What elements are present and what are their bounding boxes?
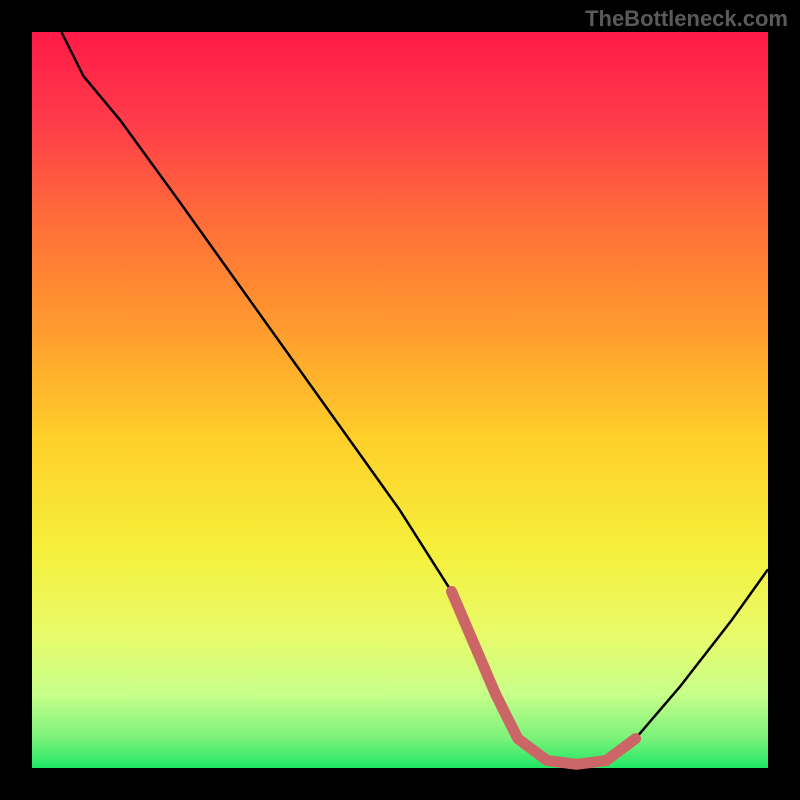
watermark-text: TheBottleneck.com <box>585 6 788 32</box>
plot-background <box>32 32 768 768</box>
chart-svg <box>0 0 800 800</box>
chart-container: TheBottleneck.com <box>0 0 800 800</box>
